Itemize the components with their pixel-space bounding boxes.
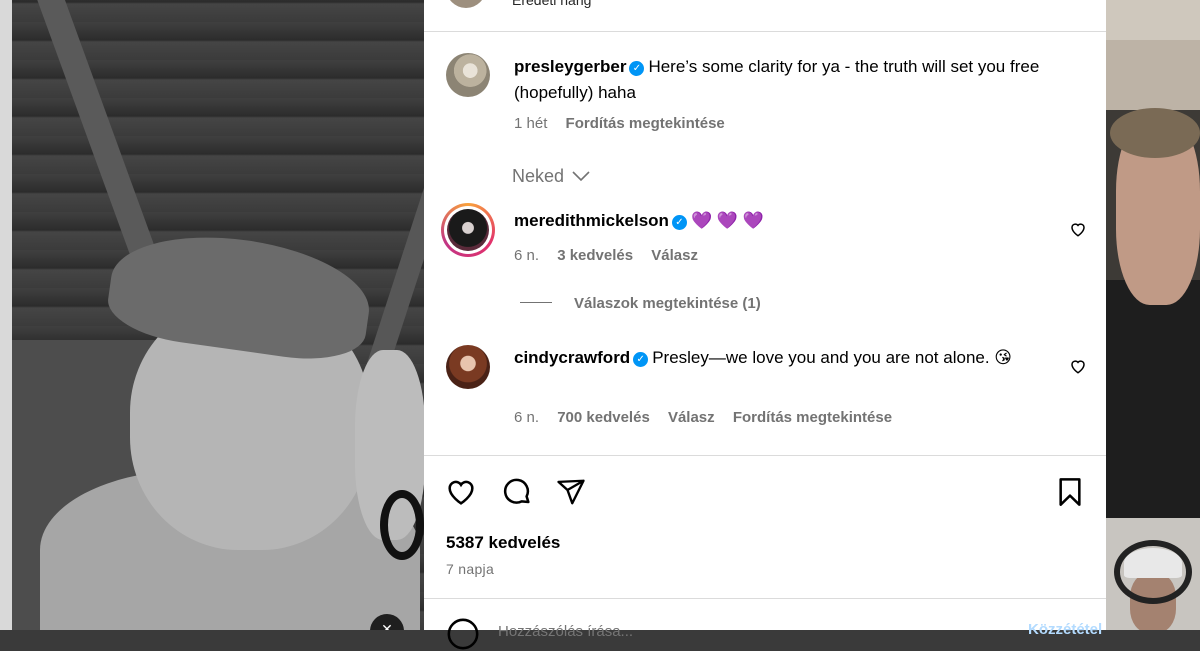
sort-dropdown[interactable]: Neked (512, 166, 591, 187)
audio-label[interactable]: Eredeti hang (512, 0, 591, 8)
comment-body: meredithmickelson ✓ 💜 💜 💜 (514, 208, 764, 234)
background-video-strip (1106, 0, 1200, 630)
background-hair (1110, 108, 1200, 158)
comment-meta: 6 n. 3 kedvelés Válasz (514, 247, 712, 264)
background-shirt (1106, 280, 1200, 520)
avatar[interactable] (446, 345, 490, 389)
chevron-down-icon (572, 171, 590, 182)
comment-like-heart-icon[interactable] (1069, 357, 1087, 375)
avatar[interactable] (446, 53, 490, 97)
reply-button[interactable]: Válasz (651, 247, 698, 264)
comment-username[interactable]: meredithmickelson (514, 211, 669, 230)
avatar[interactable] (441, 203, 495, 257)
translate-link[interactable]: Fordítás megtekintése (566, 115, 725, 132)
translate-link[interactable]: Fordítás megtekintése (733, 409, 892, 426)
comment-meta: 6 n. 700 kedvelés Válasz Fordítás megtek… (514, 409, 906, 426)
replies-line (520, 302, 552, 303)
page-edge (0, 0, 12, 630)
comment-like-heart-icon[interactable] (1069, 220, 1087, 238)
send-icon[interactable] (554, 477, 588, 507)
comment-body: cindycrawford ✓ Presley—we love you and yo… (514, 345, 1054, 371)
comment-username[interactable]: cindycrawford (514, 348, 630, 367)
heart-icon[interactable] (444, 476, 478, 508)
caption-username[interactable]: presleygerber (514, 57, 626, 76)
caption-meta: 1 hét Fordítás megtekintése (514, 115, 739, 132)
comment-likes[interactable]: 3 kedvelés (557, 247, 633, 264)
caption-time[interactable]: 1 hét (514, 115, 547, 132)
comment-icon[interactable] (500, 476, 534, 508)
comment-text: Presley—we love you and you are not alon… (652, 348, 1013, 367)
divider (424, 598, 1106, 599)
background-scene (1106, 40, 1200, 110)
post-comments-panel: Eredeti hang presleygerber ✓ Here’s some c… (424, 0, 1106, 650)
comment-likes[interactable]: 700 kedvelés (557, 409, 650, 426)
webcam-thumbnail (1106, 518, 1200, 630)
divider (424, 31, 1106, 32)
comment-input[interactable] (498, 620, 918, 642)
comment-text: 💜 💜 💜 (690, 211, 764, 230)
comment-time[interactable]: 6 n. (514, 247, 539, 264)
view-replies-button[interactable]: Válaszok megtekintése (1) (520, 295, 761, 312)
bookmark-icon[interactable] (1054, 476, 1086, 508)
caption-block: presleygerber ✓ Here’s some clarity for ya… (514, 54, 1074, 106)
bracelet (380, 490, 424, 560)
view-replies-label: Válaszok megtekintése (1) (574, 295, 761, 312)
comment-time[interactable]: 6 n. (514, 409, 539, 426)
reply-button[interactable]: Válasz (668, 409, 715, 426)
post-photo: ✕ (0, 0, 424, 630)
audio-avatar (446, 0, 486, 8)
emoji-icon[interactable] (446, 617, 480, 651)
verified-badge-icon: ✓ (633, 352, 649, 367)
verified-badge-icon: ✓ (629, 61, 645, 76)
divider (424, 455, 1106, 456)
post-age[interactable]: 7 napja (446, 561, 494, 577)
verified-badge-icon: ✓ (671, 215, 687, 230)
like-count[interactable]: 5387 kedvelés (446, 533, 560, 553)
headphones (1114, 540, 1192, 604)
sort-label: Neked (512, 166, 565, 186)
